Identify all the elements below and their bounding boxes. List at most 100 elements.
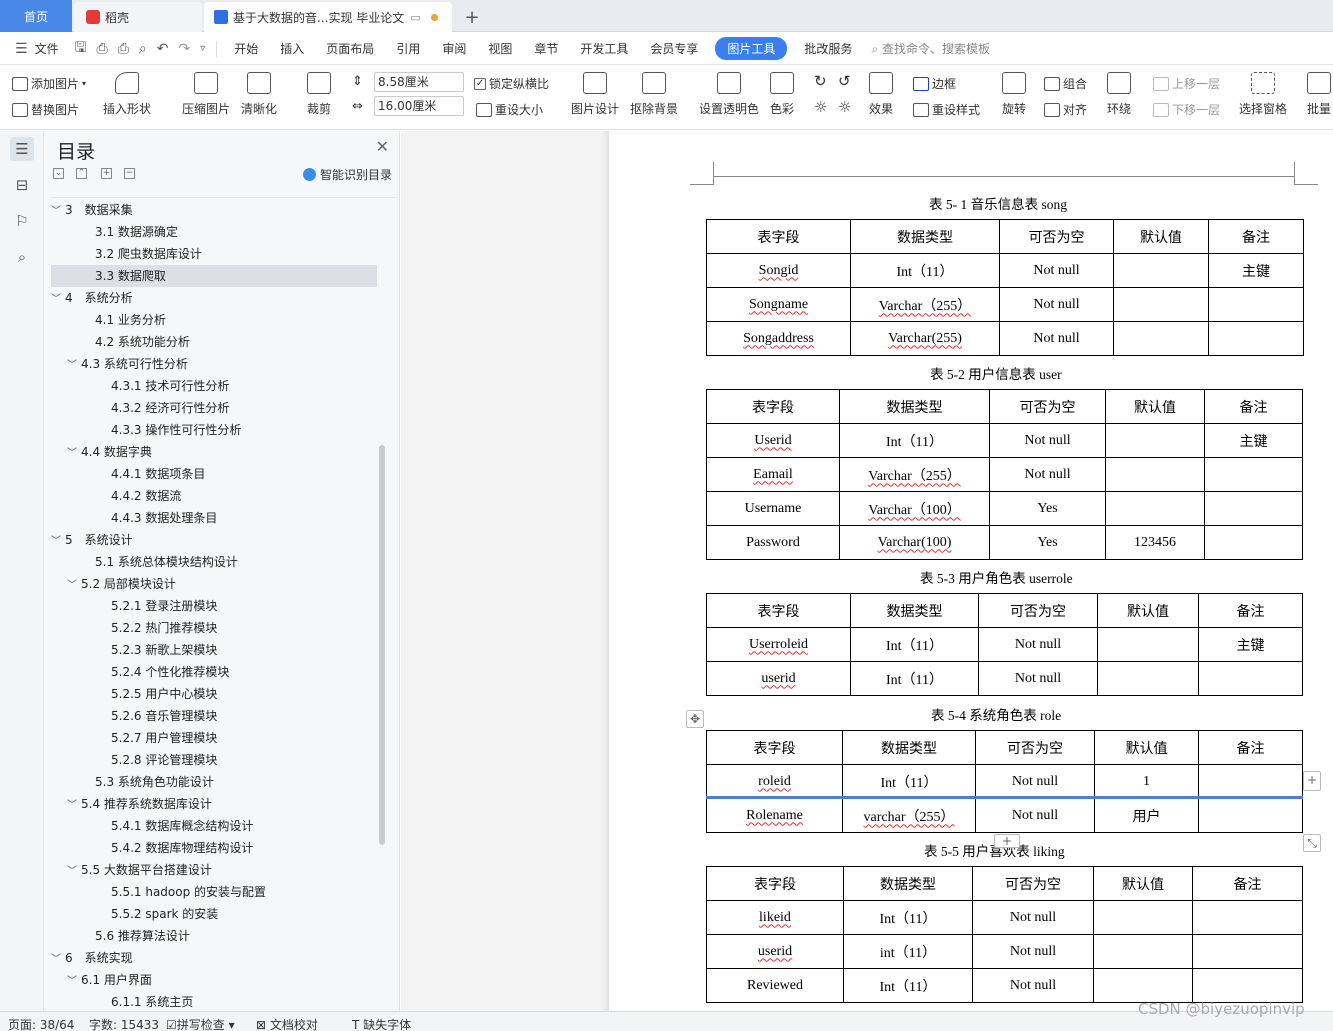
table-cell[interactable]: 备注 xyxy=(1198,593,1303,628)
table-cell[interactable]: Userroleid xyxy=(706,627,851,662)
height-input[interactable]: 16.00厘米 xyxy=(374,96,464,116)
table-cell[interactable]: int（11） xyxy=(843,934,973,969)
table-cell[interactable]: 可否为空 xyxy=(999,219,1114,254)
missing-font-button[interactable]: T 缺失字体 xyxy=(352,1016,411,1031)
table-cell[interactable]: Not null xyxy=(978,661,1098,696)
width-input[interactable]: 8.58厘米 xyxy=(374,72,464,92)
toc-item[interactable]: 4.3.1 技术可行性分析 xyxy=(51,375,377,397)
table-cell[interactable]: Eamail xyxy=(706,457,840,492)
batch-button[interactable]: 批量 xyxy=(1307,72,1331,117)
crop-button[interactable]: 裁剪 xyxy=(307,72,331,117)
table-cell[interactable]: Not null xyxy=(972,934,1094,969)
export-icon[interactable]: ⎙ xyxy=(92,41,113,57)
table-cell[interactable]: 表字段 xyxy=(706,730,843,765)
table-cell[interactable] xyxy=(1204,525,1303,560)
menu-chapter[interactable]: 章节 xyxy=(523,40,569,57)
table-cell[interactable]: Not null xyxy=(989,457,1106,492)
toc-item[interactable]: 6.1.1 系统主页 xyxy=(51,991,377,1011)
table-cell[interactable] xyxy=(1093,900,1193,935)
table-cell[interactable]: 备注 xyxy=(1198,730,1303,765)
table-cell[interactable] xyxy=(1105,423,1205,458)
table-cell[interactable]: 表字段 xyxy=(706,389,840,424)
chevron-down-icon[interactable]: ﹀ xyxy=(51,201,65,223)
new-tab-button[interactable]: + xyxy=(462,2,482,32)
table-cell[interactable]: 可否为空 xyxy=(978,593,1098,628)
chevron-down-icon[interactable]: ﹀ xyxy=(67,861,81,883)
chevron-down-icon[interactable]: ﹀ xyxy=(67,355,81,377)
collapse-all-icon[interactable]: ⌄ xyxy=(53,168,64,179)
menu-devtools[interactable]: 开发工具 xyxy=(569,40,639,57)
tab-document[interactable]: 基于大数据的音...实现 毕业论文 ▭ xyxy=(204,2,452,32)
chevron-down-icon[interactable]: ﹀ xyxy=(67,795,81,817)
toc-item[interactable]: 4.3.2 经济可行性分析 xyxy=(51,397,377,419)
table-cell[interactable]: Rolename xyxy=(706,798,843,833)
toc-item[interactable]: 5.2.2 热门推荐模块 xyxy=(51,617,377,639)
table-cell[interactable]: 数据类型 xyxy=(850,219,1000,254)
table-cell[interactable]: Songid xyxy=(706,253,851,288)
add-image-button[interactable]: 添加图片 ▾ xyxy=(12,75,86,92)
chevron-down-icon[interactable]: ﹀ xyxy=(51,531,65,553)
table-cell[interactable]: 数据类型 xyxy=(850,593,979,628)
reset-size-button[interactable]: 重设大小 xyxy=(476,101,543,118)
table-cell[interactable]: 主键 xyxy=(1204,423,1303,458)
image-design-button[interactable]: 图片设计 xyxy=(571,72,619,117)
table-cell[interactable]: 默认值 xyxy=(1097,593,1199,628)
table-cell[interactable]: Varchar（100） xyxy=(839,491,990,526)
brightness-up-icon[interactable]: ☼ xyxy=(814,98,827,116)
redo-icon[interactable]: ↷ xyxy=(174,41,196,57)
table-cell[interactable]: Varchar(255) xyxy=(850,321,1000,356)
table-cell[interactable]: 主键 xyxy=(1208,253,1304,288)
border-button[interactable]: 边框 xyxy=(913,75,956,92)
toc-item[interactable]: 5.2.5 用户中心模块 xyxy=(51,683,377,705)
table-cell[interactable]: Int（11） xyxy=(843,900,973,935)
toc-item[interactable]: 5.2.7 用户管理模块 xyxy=(51,727,377,749)
table-cell[interactable] xyxy=(1204,491,1303,526)
smart-toc-button[interactable]: 智能识别目录 xyxy=(303,166,392,183)
toc-item[interactable]: 3.3 数据爬取 xyxy=(51,265,377,287)
toc-item[interactable]: ﹀ 5 系统设计 xyxy=(51,529,377,551)
table-cell[interactable]: 1 xyxy=(1094,764,1199,799)
menu-picture-tools[interactable]: 图片工具 xyxy=(715,37,788,60)
toc-item[interactable]: 4.4.3 数据处理条目 xyxy=(51,507,377,529)
toc-item[interactable]: 5.2.4 个性化推荐模块 xyxy=(51,661,377,683)
table-cell[interactable] xyxy=(1113,321,1209,356)
table-cell[interactable]: 可否为空 xyxy=(972,866,1094,901)
table-cell[interactable]: userid xyxy=(706,661,851,696)
table-cell[interactable]: 默认值 xyxy=(1094,730,1199,765)
table-cell[interactable] xyxy=(1192,900,1303,935)
contrast-up-icon[interactable]: ↻ xyxy=(814,72,827,90)
group-button[interactable]: 组合 xyxy=(1044,75,1087,92)
table-cell[interactable]: Songaddress xyxy=(706,321,851,356)
table-cell[interactable]: Reviewed xyxy=(706,968,844,1003)
menu-reference[interactable]: 引用 xyxy=(385,40,431,57)
toc-item[interactable]: ﹀ 6.1 用户界面 xyxy=(51,969,377,991)
table-cell[interactable]: Not null xyxy=(999,321,1114,356)
table-cell[interactable]: Varchar（255） xyxy=(839,457,990,492)
page-indicator[interactable]: 页面: 38/64 xyxy=(8,1016,74,1031)
table-cell[interactable] xyxy=(1105,457,1205,492)
menu-correction[interactable]: 批改服务 xyxy=(793,40,863,57)
print-icon[interactable]: ⎙ xyxy=(113,41,134,57)
toc-item[interactable]: 5.2.1 登录注册模块 xyxy=(51,595,377,617)
reset-style-button[interactable]: 重设样式 xyxy=(913,101,980,118)
toc-item[interactable]: ﹀ 5.5 大数据平台搭建设计 xyxy=(51,859,377,881)
toc-item[interactable]: 5.2.6 音乐管理模块 xyxy=(51,705,377,727)
table-cell[interactable] xyxy=(1198,764,1303,799)
table-cell[interactable]: 数据类型 xyxy=(843,866,973,901)
toc-item[interactable]: 5.5.1 hadoop 的安装与配置 xyxy=(51,881,377,903)
table-cell[interactable]: varchar（255） xyxy=(842,798,976,833)
lock-ratio-checkbox[interactable]: ✓ 锁定纵横比 xyxy=(474,75,549,92)
color-button[interactable]: 色彩 xyxy=(770,72,794,117)
clarify-button[interactable]: 清晰化 xyxy=(241,72,277,117)
toc-item[interactable]: 5.2.8 评论管理模块 xyxy=(51,749,377,771)
table-cell[interactable]: Int（11） xyxy=(839,423,990,458)
add-heading-icon[interactable]: + xyxy=(101,168,112,179)
chapter-nav-icon[interactable]: ⊟ xyxy=(10,173,34,197)
replace-image-button[interactable]: 替换图片 xyxy=(12,101,79,118)
table-cell[interactable]: 备注 xyxy=(1204,389,1303,424)
hamburger-icon[interactable]: ☰ xyxy=(10,41,33,57)
table-cell[interactable]: 默认值 xyxy=(1113,219,1209,254)
table-cell[interactable]: 用户 xyxy=(1094,798,1199,833)
toc-item[interactable]: ﹀ 5.2 局部模块设计 xyxy=(51,573,377,595)
remove-bg-button[interactable]: 抠除背景 xyxy=(630,72,678,117)
